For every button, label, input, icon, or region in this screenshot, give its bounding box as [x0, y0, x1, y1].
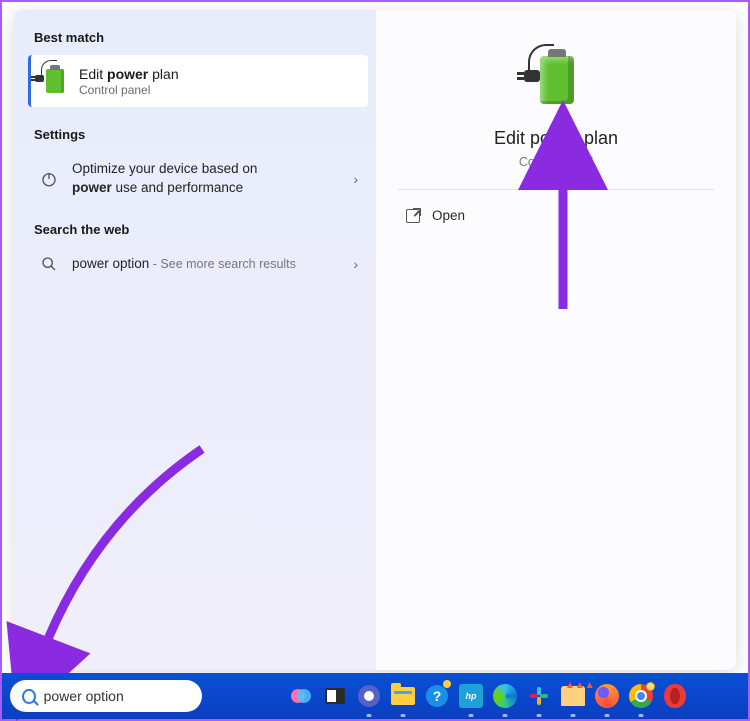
chrome-icon[interactable]	[626, 681, 656, 711]
copilot-icon[interactable]	[286, 681, 316, 711]
web-result-text: power option - See more search results	[62, 255, 353, 274]
best-match-text: Edit power plan Control panel	[79, 66, 179, 97]
power-plan-icon	[41, 67, 69, 95]
best-match-title: Edit power plan	[79, 66, 179, 82]
settings-result-power-performance[interactable]: Optimize your device based on power use …	[14, 152, 376, 206]
taskbar: ? hp ▲▲▲	[2, 673, 748, 719]
web-header: Search the web	[14, 216, 376, 247]
start-search-panel: Best match Edit power plan Control panel…	[14, 10, 736, 670]
separator	[398, 189, 715, 190]
best-match-header: Best match	[14, 24, 376, 55]
results-column: Best match Edit power plan Control panel…	[14, 10, 376, 670]
burn-app-icon[interactable]: ▲▲▲	[558, 681, 588, 711]
preview-subtitle: Control panel	[519, 155, 593, 169]
slack-icon[interactable]	[524, 681, 554, 711]
preview-pane: Edit power plan Control panel Open	[376, 10, 736, 670]
settings-result-text: Optimize your device based on power use …	[62, 160, 353, 198]
web-result-power-option[interactable]: power option - See more search results ›	[14, 247, 376, 282]
chevron-right-icon: ›	[353, 171, 358, 187]
opera-icon[interactable]	[660, 681, 690, 711]
firefox-icon[interactable]	[592, 681, 622, 711]
get-help-icon[interactable]: ?	[422, 681, 452, 711]
hp-icon[interactable]: hp	[456, 681, 486, 711]
search-icon	[22, 689, 36, 704]
task-view-icon[interactable]	[320, 681, 350, 711]
open-label: Open	[432, 208, 465, 223]
power-plan-icon	[526, 48, 586, 108]
teams-icon[interactable]	[354, 681, 384, 711]
search-icon	[36, 256, 62, 272]
power-icon	[36, 170, 62, 188]
settings-header: Settings	[14, 121, 376, 152]
search-input[interactable]	[44, 688, 190, 704]
preview-title: Edit power plan	[494, 128, 618, 149]
best-match-subtitle: Control panel	[79, 83, 179, 97]
taskbar-search[interactable]	[10, 680, 202, 712]
chevron-right-icon: ›	[353, 256, 358, 272]
best-match-result[interactable]: Edit power plan Control panel	[28, 55, 368, 107]
file-explorer-icon[interactable]	[388, 681, 418, 711]
open-button[interactable]: Open	[406, 208, 465, 223]
edge-icon[interactable]	[490, 681, 520, 711]
taskbar-icons: ? hp ▲▲▲	[236, 681, 740, 711]
open-icon	[406, 209, 420, 223]
